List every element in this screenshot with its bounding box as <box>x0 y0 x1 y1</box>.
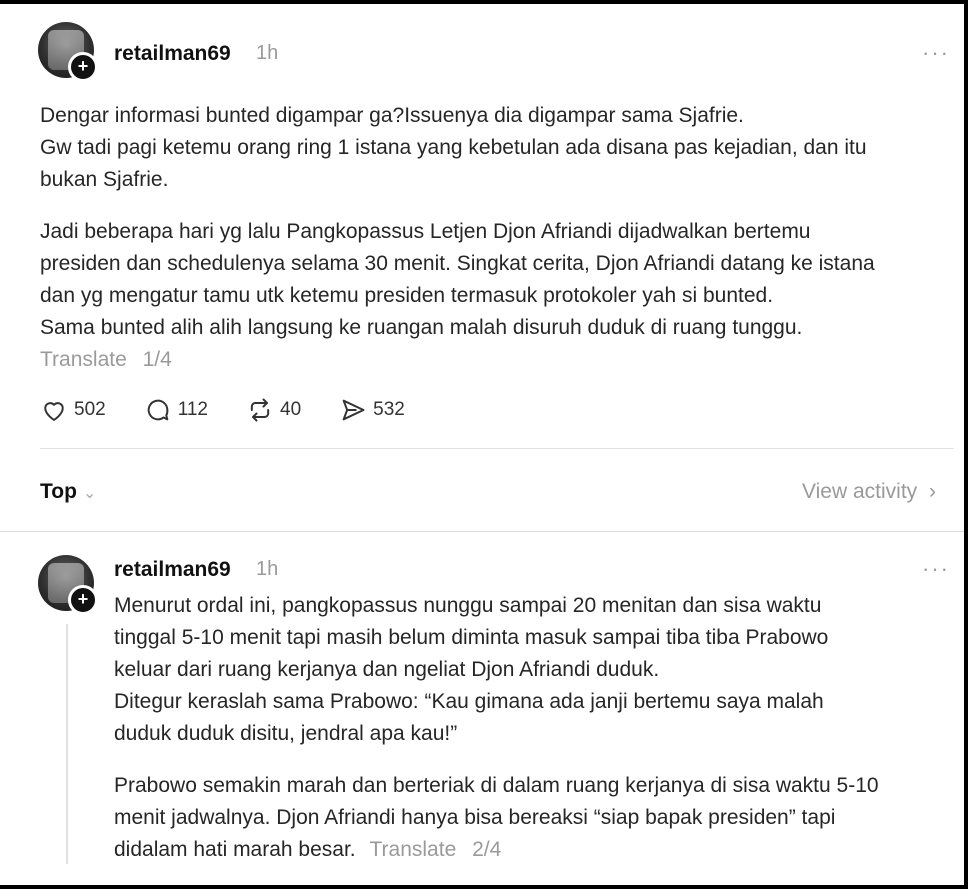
comment-icon <box>147 399 169 421</box>
follow-plus-icon[interactable]: + <box>68 52 98 82</box>
avatar[interactable]: + <box>38 22 98 82</box>
translate-link[interactable]: Translate <box>369 838 456 861</box>
reply-username[interactable]: retailman69 <box>114 558 231 582</box>
view-activity-label: View activity <box>802 480 918 503</box>
comment-button[interactable]: 112 <box>144 396 208 424</box>
reply-line: Menurut ordal ini, pangkopassus nunggu s… <box>114 594 822 617</box>
post-line: bukan Sjafrie. <box>40 168 169 191</box>
repost-button[interactable]: 40 <box>246 396 301 424</box>
post-line: Sama bunted alih alih langsung ke ruanga… <box>40 316 803 339</box>
section-divider <box>0 531 964 532</box>
reply-paragraph: Prabowo semakin marah dan berteriak di d… <box>114 770 879 866</box>
post-counter: 1/4 <box>142 348 172 371</box>
follow-plus-icon[interactable]: + <box>68 585 98 615</box>
repost-count: 40 <box>280 399 302 420</box>
post-actions: 502 112 40 532 <box>40 396 405 424</box>
view-activity-link[interactable]: View activity › <box>802 480 936 504</box>
like-count: 502 <box>74 399 106 420</box>
sort-dropdown[interactable]: Top ⌄ <box>40 480 96 504</box>
sort-label: Top <box>40 480 77 503</box>
post-line: Dengar informasi bunted digampar ga?Issu… <box>40 104 744 127</box>
post-line: Gw tadi pagi ketemu orang ring 1 istana … <box>40 136 867 159</box>
post-time: 1h <box>256 42 279 64</box>
more-options-icon[interactable]: ··· <box>922 40 950 66</box>
share-count: 532 <box>373 399 405 420</box>
reply-paragraph: Menurut ordal ini, pangkopassus nunggu s… <box>114 590 879 750</box>
reply-body: Menurut ordal ini, pangkopassus nunggu s… <box>114 590 879 866</box>
post-line: presiden dan schedulenya selama 30 menit… <box>40 252 875 275</box>
translate-link[interactable]: Translate <box>40 348 127 371</box>
thread-view: + retailman69 1h ··· Dengar informasi bu… <box>0 4 964 885</box>
more-options-icon[interactable]: ··· <box>922 556 950 582</box>
post-line: Jadi beberapa hari yg lalu Pangkopassus … <box>40 220 811 243</box>
reply-counter: 2/4 <box>472 838 502 861</box>
repost-icon <box>250 398 270 422</box>
reply-avatar[interactable]: + <box>38 555 98 615</box>
like-button[interactable]: 502 <box>40 396 106 424</box>
post-translate-row: Translate 1/4 <box>40 344 875 376</box>
thread-line <box>66 624 68 864</box>
post-body: Dengar informasi bunted digampar ga?Issu… <box>40 100 875 376</box>
reply-line: duduk duduk disitu, jendral apa kau!” <box>114 722 458 745</box>
reply-line: Prabowo semakin marah dan berteriak di d… <box>114 774 879 797</box>
share-icon <box>342 399 365 421</box>
reply-line: didalam hati marah besar. <box>114 838 356 861</box>
comment-count: 112 <box>177 399 208 420</box>
share-button[interactable]: 532 <box>339 396 405 424</box>
reply-line: tinggal 5-10 menit tapi masih belum dimi… <box>114 626 829 649</box>
post-username[interactable]: retailman69 <box>114 42 231 66</box>
chevron-right-icon: › <box>929 480 936 503</box>
chevron-down-icon: ⌄ <box>82 485 97 502</box>
reply-line: Ditegur keraslah sama Prabowo: “Kau gima… <box>114 690 824 713</box>
post-line: dan yg mengatur tamu utk ketemu presiden… <box>40 284 774 307</box>
reply-time: 1h <box>256 558 279 580</box>
post-paragraph: Dengar informasi bunted digampar ga?Issu… <box>40 100 875 196</box>
divider <box>40 448 954 449</box>
heart-icon <box>44 402 64 421</box>
post-paragraph: Jadi beberapa hari yg lalu Pangkopassus … <box>40 216 875 344</box>
reply-line: menit jadwalnya. Djon Afriandi hanya bis… <box>114 806 836 829</box>
reply-line: keluar dari ruang kerjanya dan ngeliat D… <box>114 658 660 681</box>
